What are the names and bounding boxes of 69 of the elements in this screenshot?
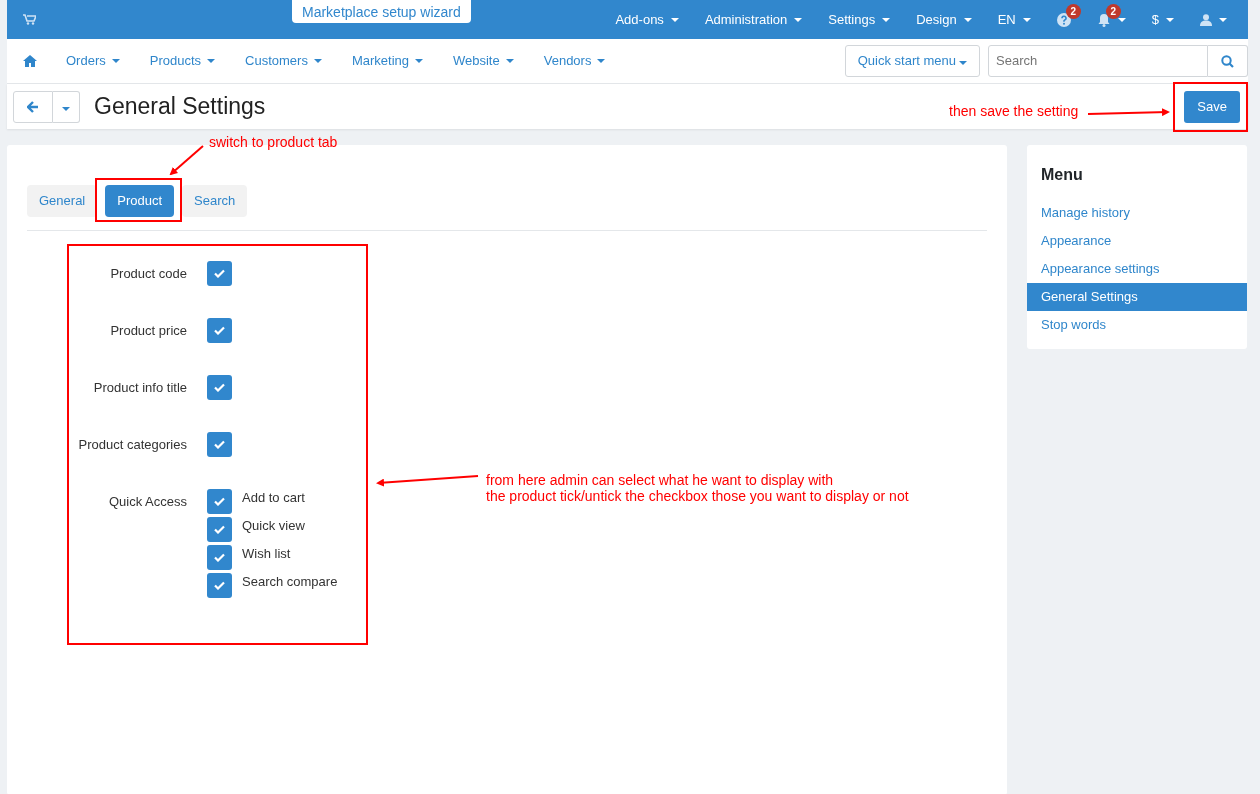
checkbox[interactable]	[207, 517, 232, 542]
check-icon	[214, 383, 225, 392]
home-icon[interactable]	[23, 55, 37, 67]
field-label: Product price	[109, 322, 187, 340]
wizard-button[interactable]: Marketplace setup wizard	[292, 0, 471, 23]
check-icon	[214, 440, 225, 449]
field-label: Quick Access	[107, 493, 187, 511]
annotation-text: then save the setting	[949, 103, 1079, 119]
save-button[interactable]: Save	[1184, 90, 1240, 123]
nav-menu-item[interactable]: Orders	[51, 39, 135, 83]
back-button[interactable]	[13, 90, 53, 123]
option-label: Wish list	[242, 545, 291, 563]
option-label: Quick view	[242, 517, 305, 535]
cart-icon[interactable]	[23, 14, 36, 25]
field-label: Product info title	[92, 379, 187, 397]
annotation-text: from here admin can select what he want to display with	[486, 472, 834, 488]
tab[interactable]: General	[27, 185, 98, 217]
quick-start-menu-button[interactable]: Quick start menu	[844, 45, 980, 77]
menu-title: Menu	[1040, 165, 1084, 185]
notification-badge: 2	[1105, 4, 1121, 19]
search-button[interactable]	[1208, 45, 1248, 77]
menu-item[interactable]: Manage history	[1027, 199, 1247, 227]
field-label: Product code	[109, 265, 187, 283]
nav-menu-item[interactable]: Marketing	[336, 39, 438, 83]
menu-item[interactable]: Appearance settings	[1027, 255, 1247, 283]
check-icon	[214, 581, 225, 590]
checkbox[interactable]	[207, 375, 232, 400]
nav-menu-item[interactable]: Customers	[230, 39, 337, 83]
checkbox[interactable]	[207, 545, 232, 570]
annotation-text: switch to product tab	[209, 134, 338, 150]
top-menu-item[interactable]: $	[1138, 0, 1187, 39]
checkbox[interactable]	[207, 489, 232, 514]
menu-item[interactable]: General Settings	[1027, 283, 1247, 311]
annotation-text: the product tick/untick the checkbox those you want to display or not	[486, 488, 909, 504]
check-icon	[214, 269, 225, 278]
top-menu-item[interactable]: Design	[903, 0, 985, 39]
page-title: General Settings	[94, 92, 266, 121]
top-menu-item[interactable]: EN	[984, 0, 1044, 39]
arrow-left-icon	[27, 101, 39, 114]
top-menu-item[interactable]: Settings	[815, 0, 904, 39]
check-icon	[214, 497, 225, 506]
checkbox[interactable]	[207, 432, 232, 457]
option-label: Search compare	[242, 573, 338, 591]
annotation-arrow	[169, 145, 204, 176]
top-menu-item[interactable]: Add-ons	[602, 0, 692, 39]
menu-item[interactable]: Appearance	[1027, 227, 1247, 255]
menu-item[interactable]: Stop words	[1027, 311, 1247, 339]
checkbox[interactable]	[207, 573, 232, 598]
tab[interactable]: Search	[182, 185, 248, 217]
nav-menu-item[interactable]: Vendors	[528, 39, 621, 83]
tab[interactable]: Product	[105, 185, 175, 217]
top-icon-button[interactable]: 2	[1043, 0, 1084, 39]
top-icon-button[interactable]: 2	[1083, 0, 1139, 39]
checkbox[interactable]	[207, 318, 232, 343]
search-field[interactable]: Search	[988, 45, 1208, 77]
bell-icon	[1096, 12, 1111, 27]
top-menu-item[interactable]: Administration	[691, 0, 816, 39]
check-icon	[214, 553, 225, 562]
checkbox[interactable]	[207, 261, 232, 286]
search-icon	[1221, 55, 1234, 69]
field-label: Product categories	[77, 436, 187, 454]
check-icon	[214, 326, 225, 335]
check-icon	[214, 525, 225, 534]
notification-badge: 2	[1065, 4, 1081, 19]
nav-menu-item[interactable]: Products	[134, 39, 231, 83]
nav-menu-item[interactable]: Website	[438, 39, 529, 83]
help-icon	[1056, 12, 1071, 27]
option-label: Add to cart	[242, 489, 305, 507]
user-icon	[1200, 13, 1212, 26]
